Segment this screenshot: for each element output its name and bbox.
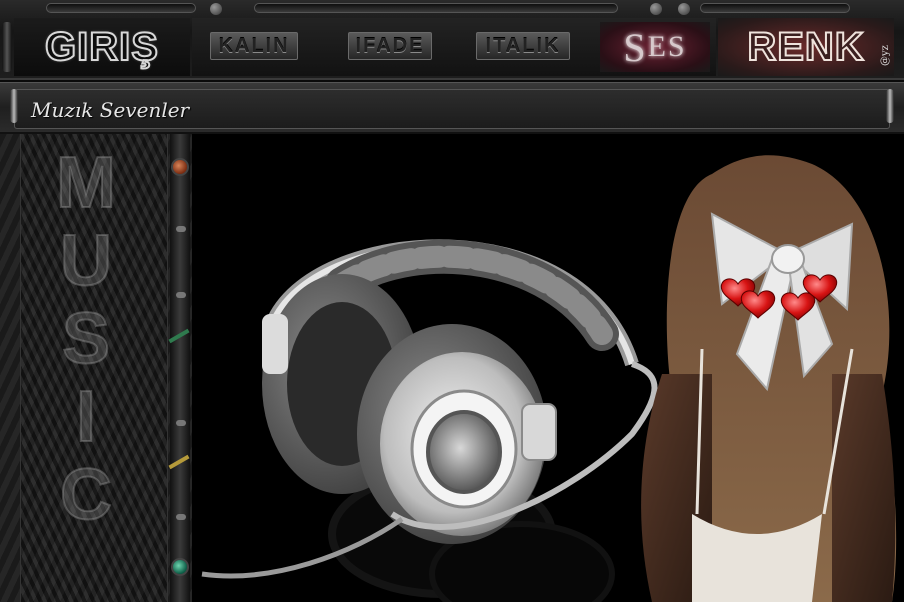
- title-bar: Muzık Sevenler: [0, 82, 904, 134]
- rail-nub: [176, 514, 186, 520]
- top-toolbar: GIRIŞ KALIN IFADE ITALIK S ES RENK @yz: [0, 0, 904, 80]
- sound-button-initial: S: [623, 24, 648, 70]
- expression-button[interactable]: IFADE: [348, 32, 432, 60]
- toolbar-end-cap-left: [2, 22, 12, 72]
- author-credit: @yz: [880, 45, 891, 66]
- logo-panel[interactable]: GIRIŞ: [14, 18, 190, 76]
- sound-button-rest: ES: [647, 30, 687, 63]
- sound-button[interactable]: S ES: [600, 22, 710, 72]
- sidebar-letter: U: [59, 221, 113, 301]
- rail-nub: [176, 226, 186, 232]
- sidebar-letter: I: [75, 377, 97, 457]
- format-button-panel: KALIN IFADE ITALIK S ES: [192, 18, 716, 76]
- title-frame: Muzık Sevenler: [14, 89, 890, 129]
- sidebar-letter: S: [61, 299, 111, 379]
- toolbar-rivet: [650, 3, 662, 15]
- title-cap-left: [10, 89, 18, 123]
- sidebar-watermark: M U S I C: [30, 143, 142, 535]
- toolbar-rail-center: [254, 3, 618, 13]
- toolbar-rivet: [678, 3, 690, 15]
- sidebar-letter: C: [59, 455, 113, 535]
- color-button[interactable]: RENK: [746, 24, 864, 70]
- logo-giris[interactable]: GIRIŞ: [44, 24, 159, 70]
- stage-illustration: [201, 155, 897, 602]
- bold-button[interactable]: KALIN: [210, 32, 298, 60]
- main-stage: [192, 134, 904, 602]
- sidebar: M U S I C: [0, 134, 192, 602]
- top-lamp-button[interactable]: [171, 158, 189, 176]
- page-title: Muzık Sevenler: [31, 98, 190, 122]
- toolbar-rail-right: [700, 3, 850, 13]
- color-panel[interactable]: RENK: [718, 18, 894, 76]
- sidebar-letter: M: [55, 143, 117, 223]
- toolbar-rail-left: [46, 3, 196, 13]
- rail-nub: [176, 420, 186, 426]
- toolbar-rivet: [210, 3, 222, 15]
- rail-nub: [176, 292, 186, 298]
- bottom-lamp-button[interactable]: [171, 558, 189, 576]
- title-cap-right: [886, 89, 894, 123]
- sidebar-rail: [170, 134, 190, 602]
- italic-button[interactable]: ITALIK: [476, 32, 570, 60]
